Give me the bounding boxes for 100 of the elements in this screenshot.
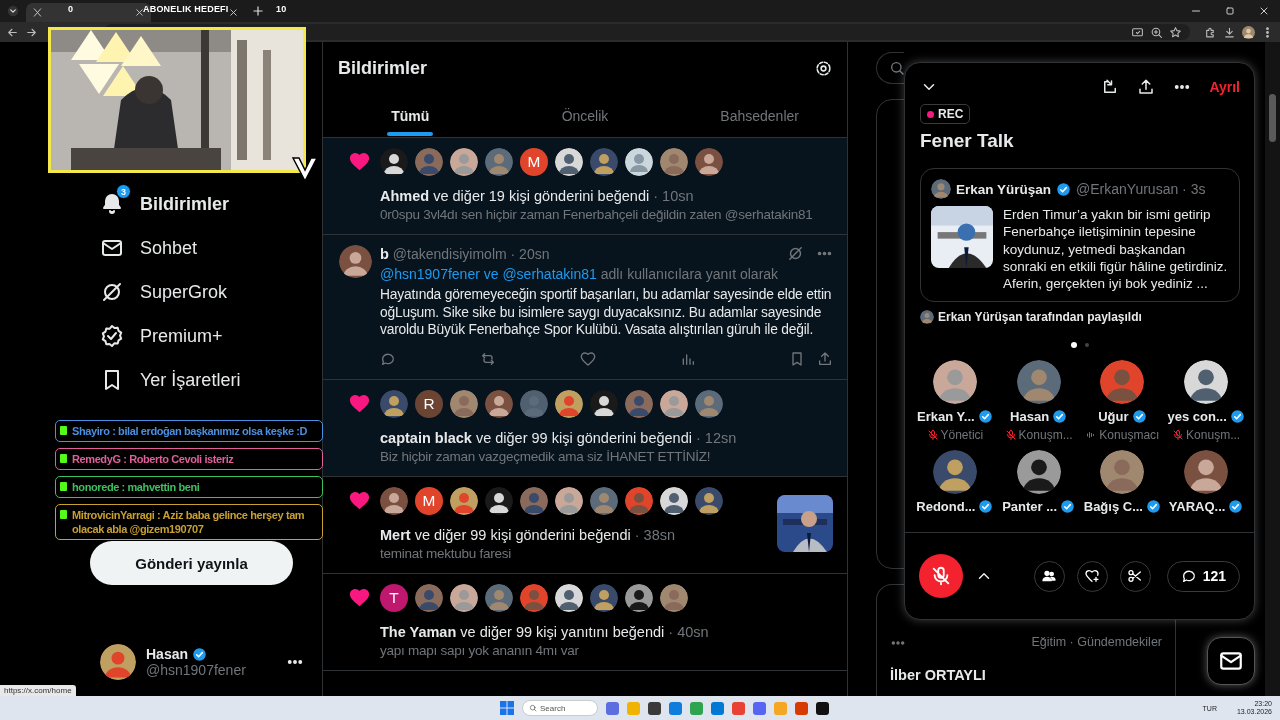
avatar[interactable] [695, 148, 723, 176]
close-icon[interactable] [1258, 5, 1270, 17]
app-icon[interactable] [816, 701, 829, 715]
avatar[interactable]: M [520, 148, 548, 176]
record-dot-icon [927, 110, 934, 118]
timestamp: · 38sn [634, 526, 676, 543]
profile-avatar[interactable] [1242, 25, 1255, 39]
avatar[interactable] [660, 148, 688, 176]
search-field[interactable]: Search [522, 700, 598, 716]
close-icon[interactable] [134, 7, 145, 18]
avatar[interactable] [625, 148, 653, 176]
avatar[interactable]: M [415, 486, 443, 515]
leave-button[interactable]: Ayrıl [1209, 79, 1240, 95]
avatar[interactable] [590, 148, 618, 176]
tab[interactable]: Öncelik [497, 95, 673, 137]
new-tab-icon[interactable] [251, 4, 265, 18]
nav-item[interactable]: Premium+ [100, 314, 223, 358]
notification-row[interactable]: T The Yaman ve diğer 99 kişi yanıtını beğendi · 40sn yapı mapı sapı yok ananın 4mı var [323, 573, 847, 671]
search-icon [889, 60, 905, 76]
scrollbar[interactable] [1265, 42, 1280, 696]
chat-message: Shayiro : bilal erdoğan başkanımız olsa keşke :D [55, 420, 323, 442]
avatar[interactable] [380, 389, 408, 418]
avatar[interactable] [660, 486, 688, 515]
avatar[interactable] [695, 486, 723, 515]
account-handle: @hsn1907fener [146, 662, 246, 678]
messages-button[interactable] [1207, 637, 1255, 685]
avatar[interactable] [485, 583, 513, 612]
account-switcher[interactable]: Hasan @hsn1907fener [0, 644, 322, 680]
avatar[interactable] [932, 360, 977, 405]
tab[interactable]: Tümü [323, 95, 498, 137]
avatar[interactable] [380, 148, 408, 176]
avatar[interactable] [590, 389, 618, 418]
author-name: b [380, 245, 389, 262]
avatar[interactable] [100, 644, 136, 680]
avatar[interactable]: T [380, 583, 408, 612]
avatar[interactable] [555, 148, 583, 176]
post-button[interactable]: Gönderi yayınla [90, 541, 293, 585]
avatar[interactable] [695, 389, 723, 418]
download-icon[interactable] [1223, 25, 1236, 39]
screen-icon[interactable] [1131, 25, 1144, 39]
avatar[interactable] [450, 583, 478, 612]
avatar[interactable] [1016, 360, 1061, 405]
avatar[interactable] [660, 583, 688, 612]
avatar[interactable] [485, 389, 513, 418]
avatar[interactable] [450, 486, 478, 515]
nav-item[interactable]: 3 Bildirimler [100, 182, 230, 226]
timestamp: · 10sn [653, 188, 694, 204]
star-icon[interactable] [1169, 25, 1182, 39]
nav-item[interactable]: Sohbet [100, 226, 198, 270]
participant-name: yes con... [1167, 409, 1227, 425]
nav-item[interactable]: Yer İşaretleri [100, 358, 241, 402]
avatar[interactable] [1184, 360, 1229, 405]
mention-link[interactable]: @hsn1907fener ve @serhatakin81 [380, 266, 597, 282]
avatar[interactable] [555, 486, 583, 515]
avatar[interactable] [450, 389, 478, 418]
avatar[interactable] [625, 583, 653, 612]
avatar[interactable] [450, 148, 478, 176]
extensions-icon[interactable] [1204, 25, 1217, 39]
tab[interactable]: Bahsedenler [672, 95, 847, 137]
avatar[interactable] [931, 179, 951, 199]
page-dot[interactable] [1070, 342, 1077, 349]
close-icon[interactable] [228, 7, 239, 18]
bookmark-icon[interactable] [789, 350, 805, 367]
goal-label: ABONELIK HEDEFI [143, 4, 229, 14]
mic-button[interactable] [919, 554, 963, 598]
avatar[interactable] [339, 245, 372, 278]
notification-row[interactable]: M Ahmed ve diğer 19 kişi gönderini beğendi · 10sn 0r0spu 3vl4dı sen hiçbir zaman Fenerbahçeli değildin zaten @serhatakin81 [323, 138, 847, 235]
reply-post[interactable] [323, 235, 847, 380]
avatar[interactable]: R [415, 389, 443, 418]
settings-icon[interactable] [814, 59, 833, 78]
share-icon[interactable] [1137, 78, 1156, 96]
avatar[interactable] [920, 310, 934, 325]
tab-list-icon[interactable] [6, 4, 20, 18]
avatar[interactable] [1016, 450, 1061, 495]
avatar[interactable] [555, 389, 583, 418]
nav-item[interactable]: SuperGrok [100, 270, 228, 314]
maximize-icon[interactable] [1224, 5, 1236, 17]
avatar[interactable] [590, 583, 618, 612]
repost-icon[interactable] [480, 350, 496, 367]
notification-row[interactable]: R captain black ve diğer 99 kişi gönderini beğendi · 12sn Biz hiçbir zaman vazgeçmedik ama siz İHANET ETTİNİZ! [323, 379, 847, 477]
notification-row[interactable]: M Mert ve diğer 99 kişi gönderini beğendi · 38sn teminat mektubu faresi [323, 476, 847, 574]
avatar[interactable] [485, 486, 513, 515]
start-icon[interactable] [500, 701, 514, 715]
page-dot[interactable] [1084, 343, 1089, 348]
avatar[interactable] [485, 148, 513, 176]
like-icon[interactable] [580, 350, 596, 367]
pinned-post[interactable] [920, 168, 1240, 303]
avatar[interactable] [932, 450, 977, 495]
avatar[interactable] [555, 583, 583, 612]
app-icon[interactable] [648, 701, 661, 715]
trend-title[interactable]: İlber ORTAYLI [890, 667, 1032, 696]
participant-name: Hasan [1010, 409, 1050, 425]
avatar[interactable] [380, 486, 408, 515]
avatar[interactable] [1184, 450, 1229, 495]
favicon-icon [32, 7, 43, 18]
zoom-icon[interactable] [1150, 25, 1163, 39]
avatar[interactable] [590, 486, 618, 515]
avatar[interactable] [1100, 450, 1145, 495]
slashed-circle-icon[interactable] [787, 245, 804, 262]
avatar[interactable] [660, 389, 688, 418]
